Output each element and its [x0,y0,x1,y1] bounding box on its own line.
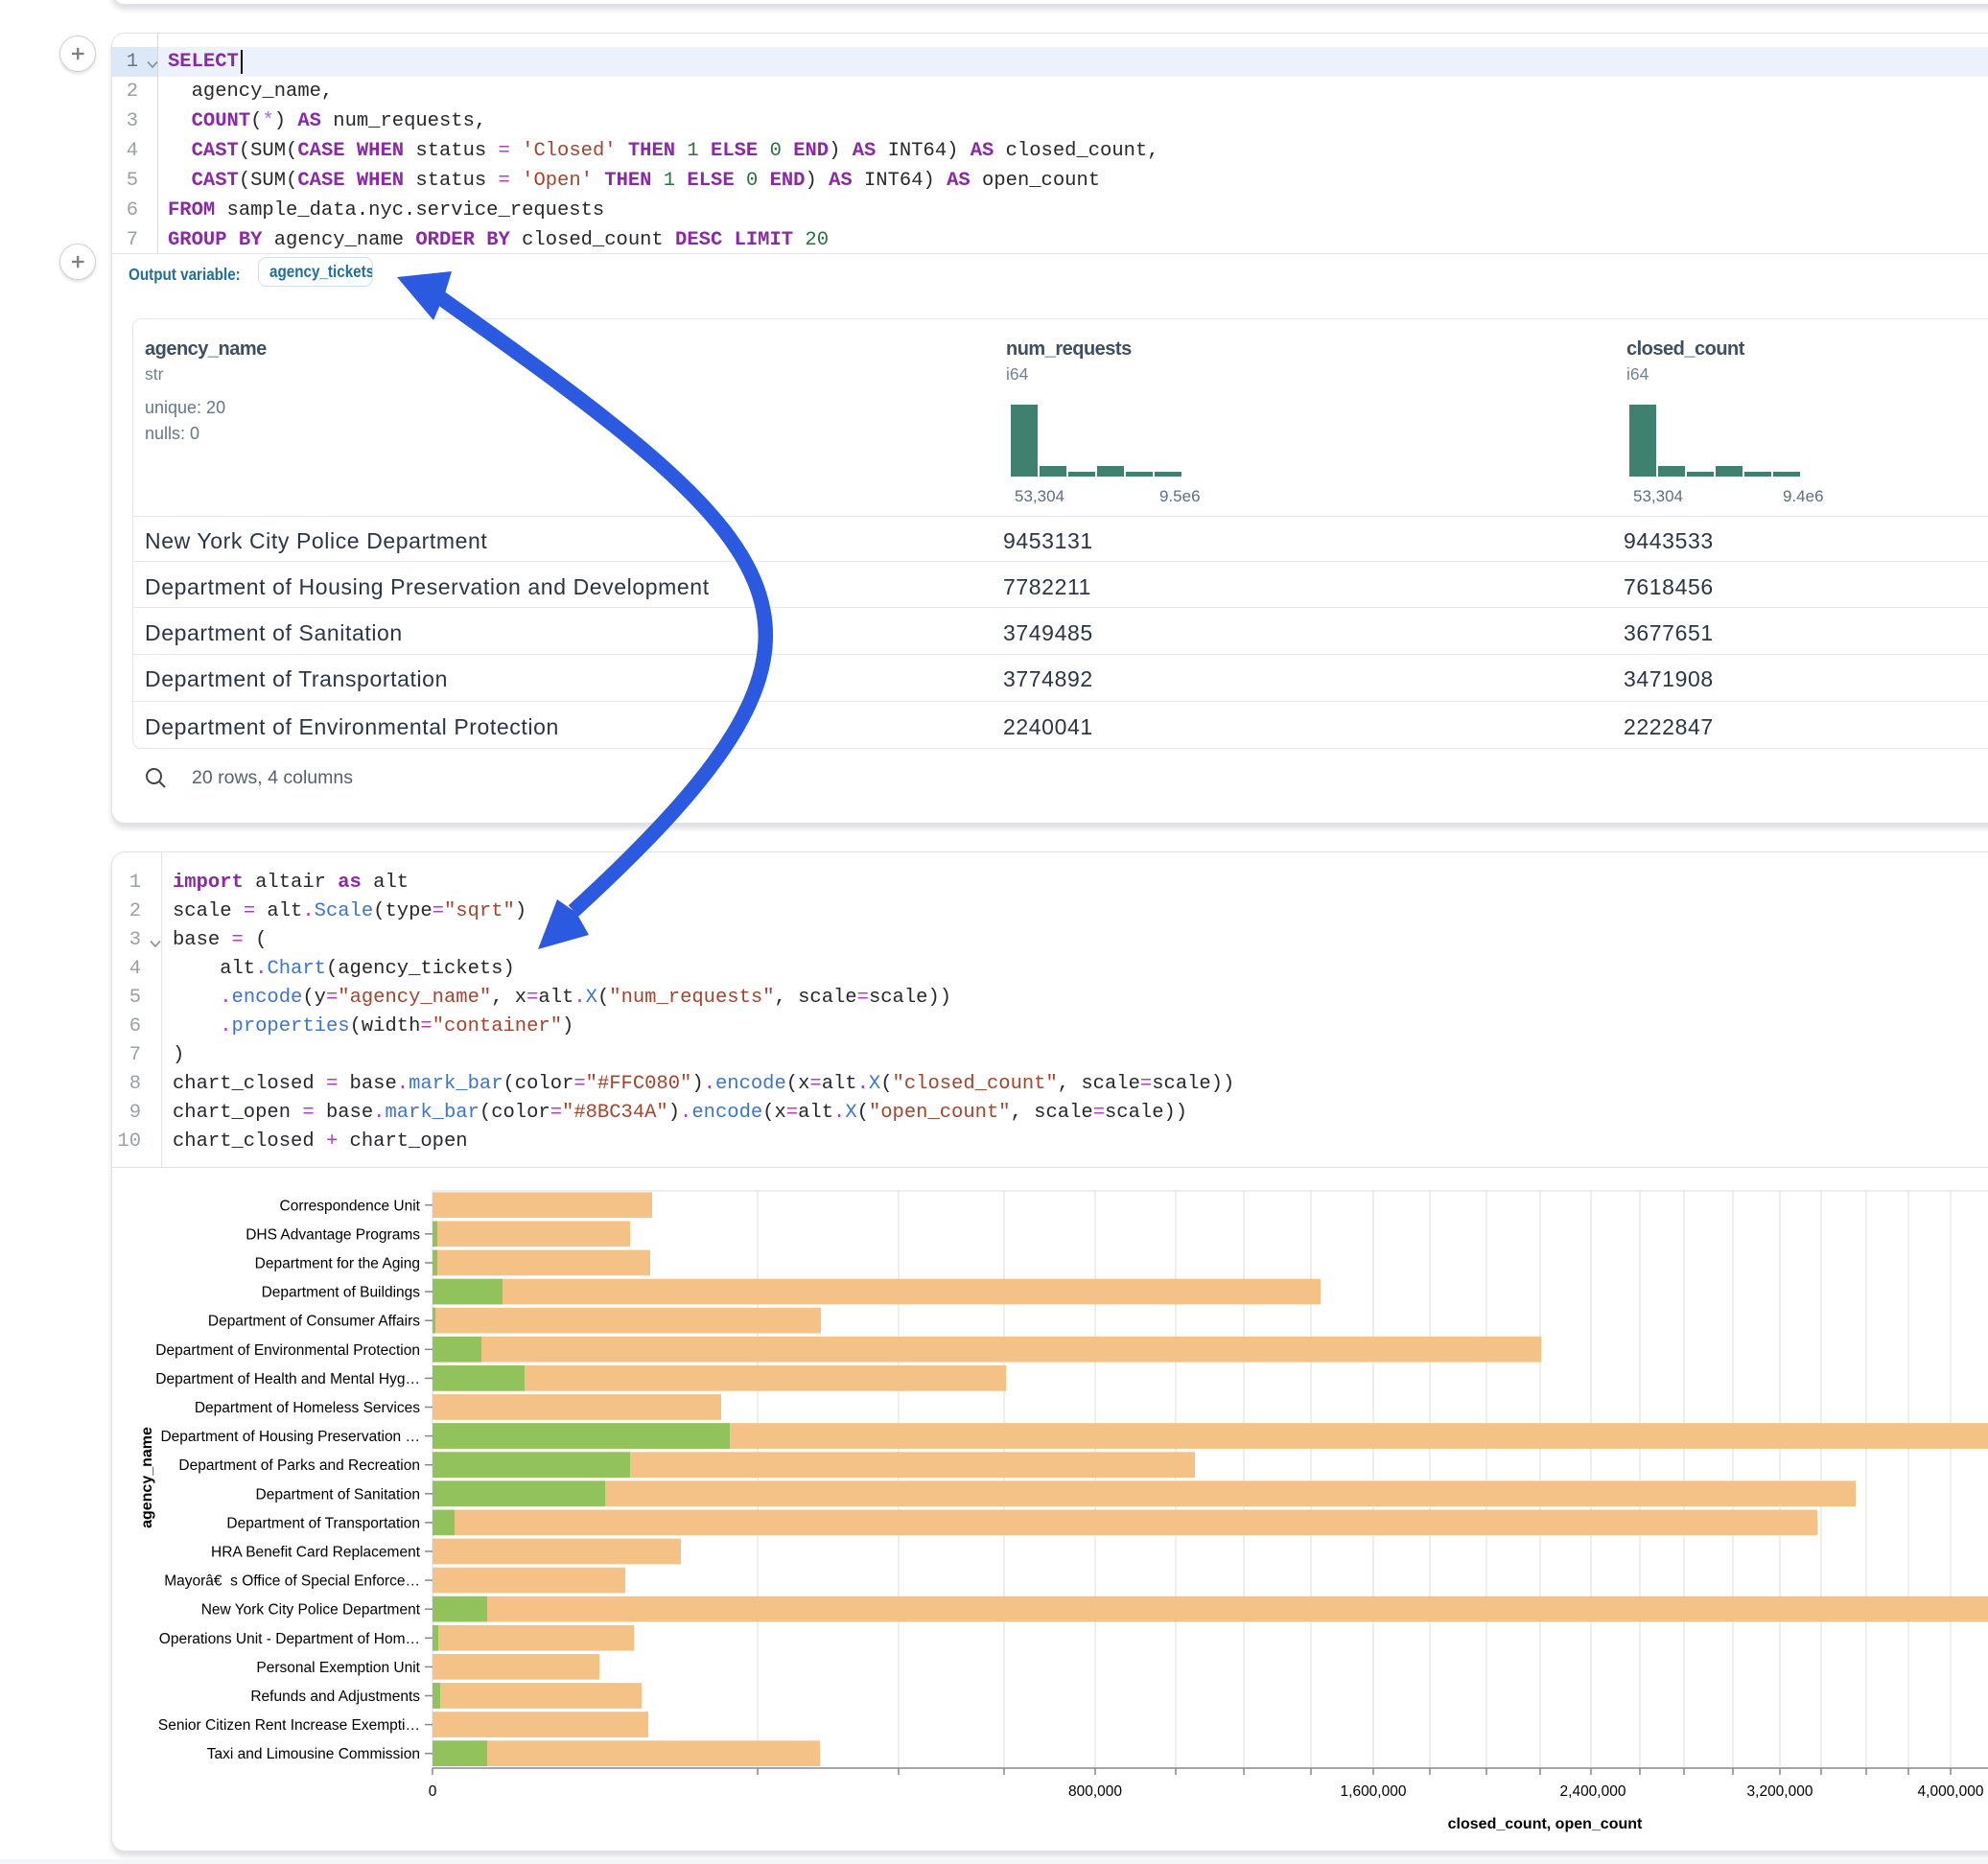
svg-text:Department of Consumer Affairs: Department of Consumer Affairs [208,1314,420,1330]
svg-text:0: 0 [429,1783,437,1800]
svg-text:Department of Health and Menta: Department of Health and Mental Hyg… [155,1371,420,1387]
svg-text:1,600,000: 1,600,000 [1341,1783,1407,1800]
svg-text:New York City Police Departmen: New York City Police Department [201,1602,421,1619]
svg-text:3,200,000: 3,200,000 [1747,1783,1813,1800]
svg-text:Correspondence Unit: Correspondence Unit [280,1198,421,1214]
svg-text:Operations Unit - Department o: Operations Unit - Department of Hom… [159,1631,420,1647]
svg-text:HRA Benefit Card Replacement: HRA Benefit Card Replacement [211,1545,421,1561]
svg-text:Department of Environmental Pr: Department of Environmental Protection [155,1342,420,1359]
svg-text:4,000,000: 4,000,000 [1918,1783,1984,1800]
svg-text:agency_name: agency_name [139,1427,155,1528]
svg-text:Taxi and Limousine Commission: Taxi and Limousine Commission [207,1746,420,1762]
svg-text:Department of Sanitation: Department of Sanitation [256,1486,420,1503]
svg-text:Mayorâ€ s Office of Special E: Mayorâ€ s Office of Special Enforce… [164,1573,420,1590]
svg-text:Refunds and Adjustments: Refunds and Adjustments [250,1689,420,1705]
svg-text:Department of Homeless Service: Department of Homeless Services [195,1400,420,1416]
svg-text:closed_count, open_count: closed_count, open_count [1448,1816,1643,1832]
svg-text:2,400,000: 2,400,000 [1560,1783,1626,1800]
svg-text:Department of Buildings: Department of Buildings [262,1285,421,1301]
svg-text:Department of Transportation: Department of Transportation [226,1515,420,1531]
svg-text:DHS Advantage Programs: DHS Advantage Programs [246,1226,420,1243]
svg-text:Department for the Aging: Department for the Aging [255,1256,420,1272]
svg-text:800,000: 800,000 [1068,1783,1122,1800]
svg-text:Senior Citizen Rent Increase E: Senior Citizen Rent Increase Exempti… [158,1717,420,1734]
svg-text:Department of Housing Preserva: Department of Housing Preservation … [160,1429,420,1445]
svg-text:Personal Exemption Unit: Personal Exemption Unit [256,1660,420,1676]
svg-text:Department of Parks and Recrea: Department of Parks and Recreation [178,1457,420,1474]
